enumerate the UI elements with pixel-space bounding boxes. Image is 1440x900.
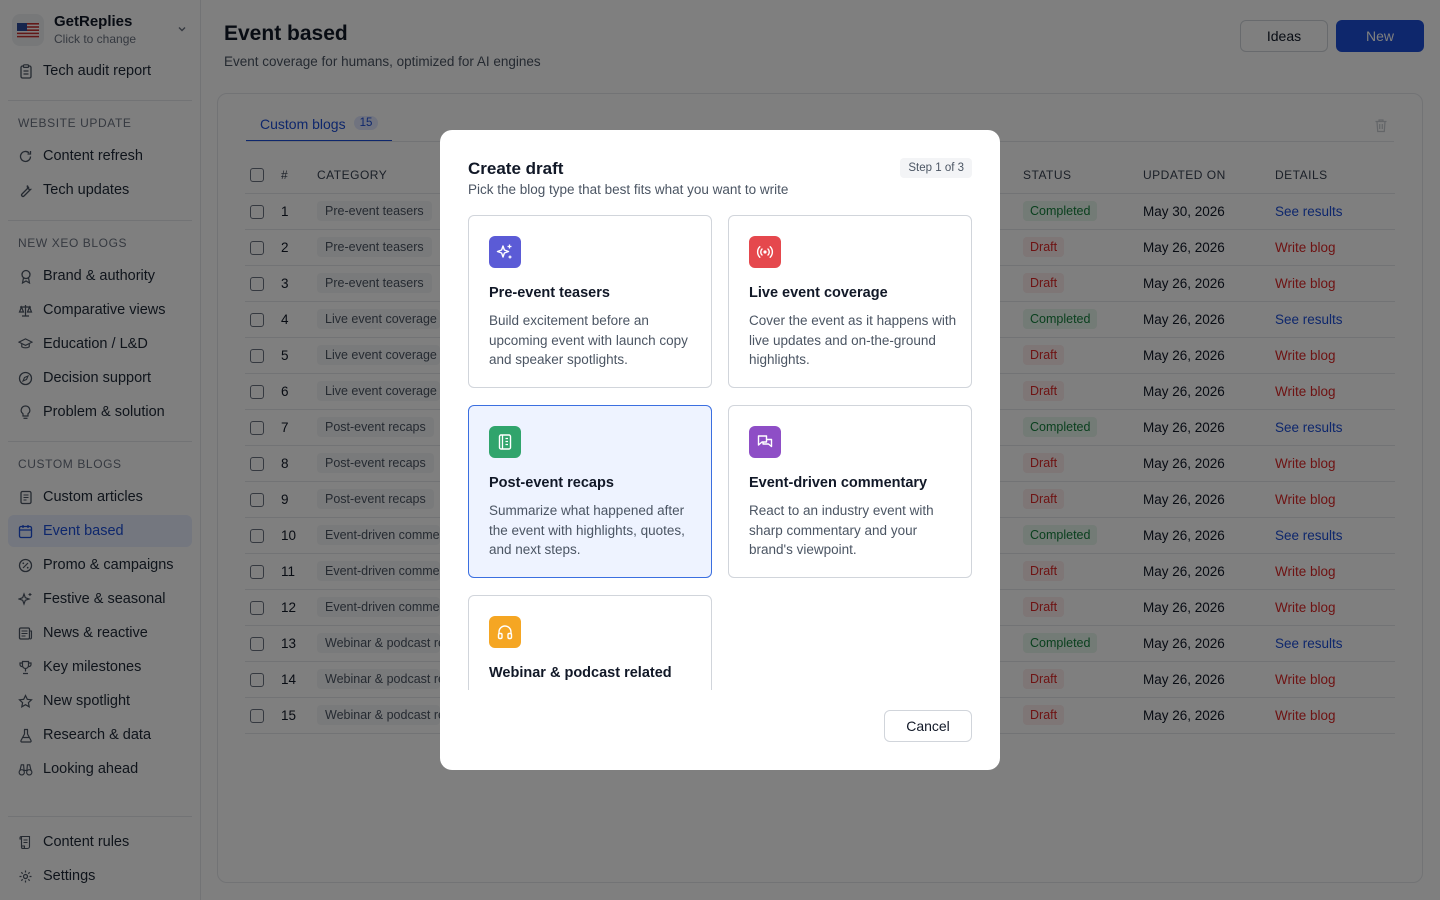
option-title: Post-event recaps [489,475,614,491]
option-title: Pre-event teasers [489,285,610,301]
modal-title: Create draft [468,159,564,178]
option-description: React to an industry event with sharp co… [749,503,934,557]
notebook-icon [489,426,521,458]
option-title: Event-driven commentary [749,475,928,491]
chat-bubbles-icon [749,426,781,458]
create-draft-modal: Create draft Pick the blog type that bes… [440,130,1000,770]
option-description: Cover the event as it happens with live … [749,313,957,367]
option-webinar-podcast-related[interactable]: Webinar & podcast related [468,595,712,690]
modal-subtitle: Pick the blog type that best fits what y… [468,182,789,197]
step-indicator-badge: Step 1 of 3 [900,158,972,178]
cancel-button[interactable]: Cancel [884,710,972,742]
blog-type-options: Pre-event teasers Build excitement befor… [468,215,972,690]
option-live-event-coverage[interactable]: Live event coverage Cover the event as i… [728,215,972,388]
option-title: Live event coverage [749,285,888,301]
option-title: Webinar & podcast related [489,665,672,681]
option-description: Build excitement before an upcoming even… [489,313,688,367]
option-post-event-recaps[interactable]: Post-event recaps Summarize what happene… [468,405,712,578]
option-pre-event-teasers[interactable]: Pre-event teasers Build excitement befor… [468,215,712,388]
broadcast-icon [749,236,781,268]
option-event-driven-commentary[interactable]: Event-driven commentary React to an indu… [728,405,972,578]
headphones-icon [489,616,521,648]
sparkles-icon [489,236,521,268]
option-description: Summarize what happened after the event … [489,503,685,557]
